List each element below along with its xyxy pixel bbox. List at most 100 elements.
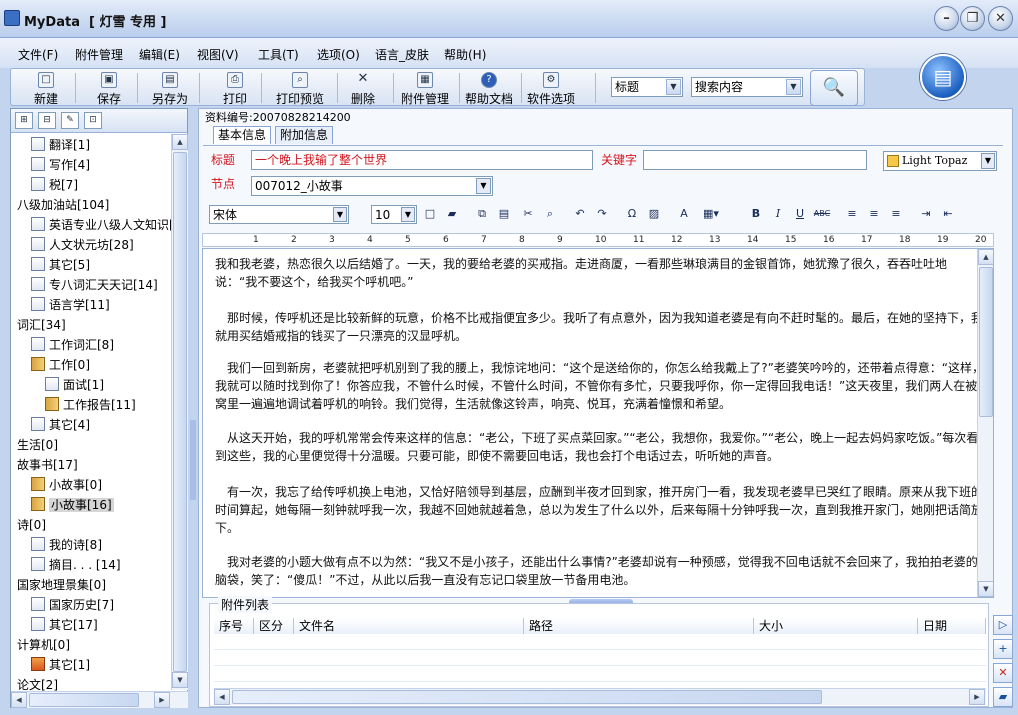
indent-icon[interactable]: ⇥ xyxy=(917,205,935,223)
scroll-thumb[interactable] xyxy=(232,690,822,704)
print-button[interactable]: ⎙ 打印 xyxy=(219,71,251,106)
tree-item[interactable]: 面试[1] xyxy=(13,375,171,395)
font-size-select[interactable]: 10 ▼ xyxy=(371,205,417,224)
menu-file[interactable]: 文件(F) xyxy=(18,46,58,63)
attachment-open-icon[interactable]: ▰ xyxy=(993,687,1013,707)
column-header[interactable]: 文件名 xyxy=(294,618,524,634)
column-header[interactable]: 区分 xyxy=(254,618,294,634)
tree-item[interactable]: 其它[1] xyxy=(13,655,171,675)
software-options-button[interactable]: ⚙ 软件选项 xyxy=(525,71,577,106)
menu-tools[interactable]: 工具(T) xyxy=(258,46,299,63)
restore-icon[interactable]: ❐ xyxy=(960,6,985,31)
node-select[interactable]: 007012_小故事 ▼ xyxy=(251,176,493,196)
scroll-right-icon[interactable]: ▶ xyxy=(969,689,985,705)
close-icon[interactable]: ✕ xyxy=(988,6,1013,31)
tree-item[interactable]: 计算机[0] xyxy=(13,635,171,655)
bold-icon[interactable]: B xyxy=(747,205,765,223)
new-doc-icon[interactable]: □ xyxy=(421,205,439,223)
tree-item[interactable]: 八级加油站[104] xyxy=(13,195,171,215)
new-button[interactable]: □ 新建 xyxy=(29,71,63,106)
scroll-up-icon[interactable]: ▲ xyxy=(172,134,188,150)
tree-collapse-icon[interactable]: ⊟ xyxy=(38,112,56,129)
title-input[interactable]: 一个晚上我输了整个世界 xyxy=(251,150,593,170)
tree-item[interactable]: 我的诗[8] xyxy=(13,535,171,555)
search-input[interactable]: 搜索内容 ▼ xyxy=(691,77,803,97)
tree-item[interactable]: 税[7] xyxy=(13,175,171,195)
tree-horizontal-scrollbar[interactable]: ◀ ▶ xyxy=(11,691,188,708)
strikethrough-icon[interactable]: ABC xyxy=(813,205,831,223)
menu-view[interactable]: 视图(V) xyxy=(197,46,239,63)
help-docs-button[interactable]: ? 帮助文档 xyxy=(463,71,515,106)
tree-item[interactable]: 工作[0] xyxy=(13,355,171,375)
cut-icon[interactable]: ✂ xyxy=(519,205,537,223)
tree-item[interactable]: 诗[0] xyxy=(13,515,171,535)
scroll-down-icon[interactable]: ▼ xyxy=(172,672,188,688)
tree-item[interactable]: 写作[4] xyxy=(13,155,171,175)
paste-icon[interactable]: ▤ xyxy=(495,205,513,223)
align-left-icon[interactable]: ≡ xyxy=(843,205,861,223)
color-select[interactable]: Light Topaz ▼ xyxy=(883,151,997,171)
tree-item[interactable]: 其它[5] xyxy=(13,255,171,275)
scroll-thumb[interactable] xyxy=(979,267,993,417)
column-header[interactable]: 路径 xyxy=(524,618,754,634)
tree-item[interactable]: 国家历史[7] xyxy=(13,595,171,615)
attachment-manager-button[interactable]: ▦ 附件管理 xyxy=(399,71,451,106)
clipboard-button[interactable]: ▤ xyxy=(920,54,966,100)
symbol-icon[interactable]: Ω xyxy=(623,205,641,223)
column-header[interactable]: 日期 xyxy=(918,618,986,634)
find-icon[interactable]: ⌕ xyxy=(541,205,559,223)
scroll-thumb[interactable] xyxy=(173,152,187,672)
undo-icon[interactable]: ↶ xyxy=(571,205,589,223)
background-color-icon[interactable]: ▦▾ xyxy=(697,205,725,223)
save-button[interactable]: ▣ 保存 xyxy=(93,71,125,106)
italic-icon[interactable]: I xyxy=(769,205,787,223)
menu-options[interactable]: 选项(O) xyxy=(317,46,360,63)
copy-icon[interactable]: ⧉ xyxy=(473,205,491,223)
tree-vertical-scrollbar[interactable]: ▲ ▼ xyxy=(171,134,188,690)
tree-item[interactable]: 生活[0] xyxy=(13,435,171,455)
scroll-left-icon[interactable]: ◀ xyxy=(11,692,27,708)
tree-item[interactable]: 工作报告[11] xyxy=(13,395,171,415)
attachment-next-icon[interactable]: ▷ xyxy=(993,615,1013,635)
menu-help[interactable]: 帮助(H) xyxy=(444,46,486,63)
tree-expand-icon[interactable]: ⊞ xyxy=(15,112,33,129)
delete-button[interactable]: ✕ 删除 xyxy=(347,71,379,107)
align-center-icon[interactable]: ≡ xyxy=(865,205,883,223)
open-folder-icon[interactable]: ▰ xyxy=(443,205,461,223)
tree-item[interactable]: 专八词汇天天记[14] xyxy=(13,275,171,295)
tree-item[interactable]: 人文状元坊[28] xyxy=(13,235,171,255)
tree-item[interactable]: 小故事[0] xyxy=(13,475,171,495)
menu-edit[interactable]: 编辑(E) xyxy=(139,46,180,63)
save-as-button[interactable]: ▤ 另存为 xyxy=(149,71,191,106)
column-header[interactable]: 序号 xyxy=(214,618,254,634)
tree-item[interactable]: 词汇[34] xyxy=(13,315,171,335)
scroll-up-icon[interactable]: ▲ xyxy=(978,249,993,265)
document-body[interactable]: 我和我老婆，热恋很久以后结婚了。一天，我的要给老婆的买戒指。走进商厦，一看那些琳… xyxy=(202,248,994,598)
tree-item[interactable]: 故事书[17] xyxy=(13,455,171,475)
scroll-down-icon[interactable]: ▼ xyxy=(978,581,993,597)
text-color-icon[interactable]: A xyxy=(675,205,693,223)
search-field-select[interactable]: 标题 ▼ xyxy=(611,77,683,97)
tree-node-icon[interactable]: ⊡ xyxy=(84,112,102,129)
tree-item[interactable]: 国家地理景集[0] xyxy=(13,575,171,595)
attachment-delete-icon[interactable]: ✕ xyxy=(993,663,1013,683)
tab-basic-info[interactable]: 基本信息 xyxy=(213,126,272,144)
attachment-add-icon[interactable]: + xyxy=(993,639,1013,659)
tree-item[interactable]: 工作词汇[8] xyxy=(13,335,171,355)
doc-vertical-scrollbar[interactable]: ▲ ▼ xyxy=(977,249,993,597)
image-icon[interactable]: ▨ xyxy=(645,205,663,223)
tree-item[interactable]: 翻译[1] xyxy=(13,135,171,155)
menu-attachments[interactable]: 附件管理 xyxy=(75,46,123,63)
tab-extra-info[interactable]: 附加信息 xyxy=(275,126,334,144)
column-header[interactable]: 大小 xyxy=(754,618,918,634)
font-select[interactable]: 宋体 ▼ xyxy=(209,205,349,224)
redo-icon[interactable]: ↷ xyxy=(593,205,611,223)
tree-item[interactable]: 摘目. . . [14] xyxy=(13,555,171,575)
print-preview-button[interactable]: ⌕ 打印预览 xyxy=(273,71,327,106)
scroll-left-icon[interactable]: ◀ xyxy=(214,689,230,705)
document-text[interactable]: 我和我老婆，热恋很久以后结婚了。一天，我的要给老婆的买戒指。走进商厦，一看那些琳… xyxy=(203,249,984,597)
panel-splitter[interactable] xyxy=(190,420,196,500)
tree-item[interactable]: 其它[4] xyxy=(13,415,171,435)
tree-item[interactable]: 语言学[11] xyxy=(13,295,171,315)
tree-edit-icon[interactable]: ✎ xyxy=(61,112,79,129)
